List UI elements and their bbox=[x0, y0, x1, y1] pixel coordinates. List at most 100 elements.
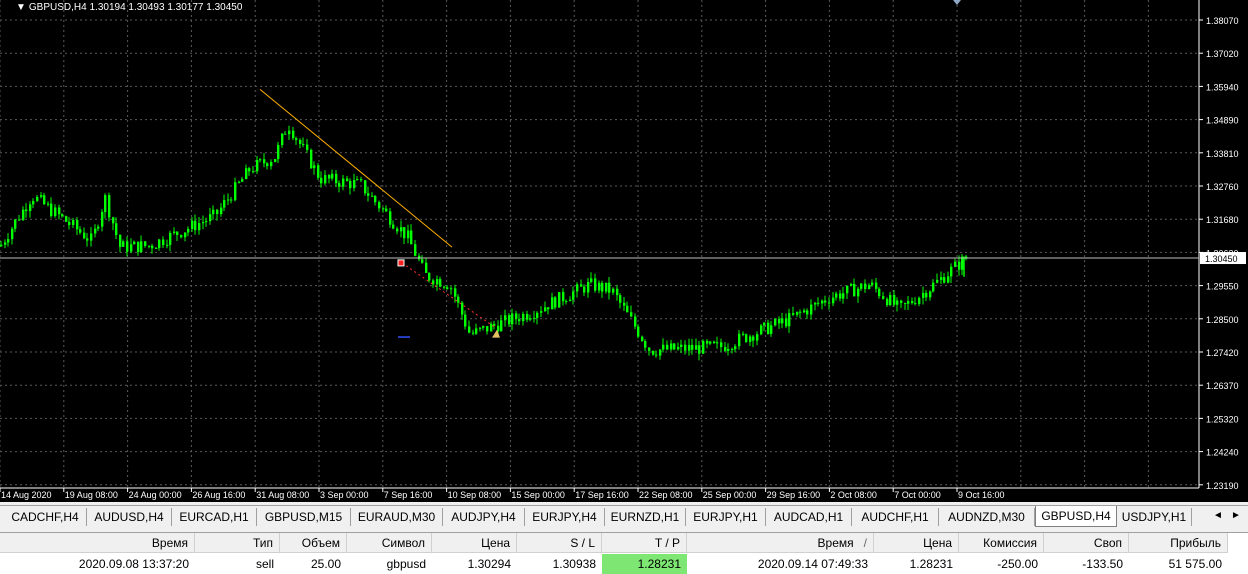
candle-body bbox=[25, 209, 28, 212]
candle-body bbox=[259, 159, 262, 161]
candle-body bbox=[338, 183, 341, 187]
candle-body bbox=[526, 313, 529, 320]
scroll-right-icon[interactable]: ► bbox=[1230, 510, 1242, 521]
candle-body bbox=[742, 333, 745, 335]
header-stop-loss[interactable]: S / L bbox=[517, 533, 602, 553]
header-close-time[interactable]: Время / bbox=[687, 533, 874, 553]
candle-body bbox=[698, 345, 701, 354]
tab-audchf-h1[interactable]: AUDCHF,H1 bbox=[852, 508, 939, 526]
tab-gbpusd-m15[interactable]: GBPUSD,M15 bbox=[257, 508, 351, 526]
candle-body bbox=[472, 332, 475, 334]
tab-audnzd-m30[interactable]: AUDNZD,M30 bbox=[939, 508, 1035, 526]
cell-open-time: 2020.09.08 13:37:20 bbox=[78, 557, 189, 571]
candle-body bbox=[947, 276, 950, 283]
tab-gbpusd-h4[interactable]: GBPUSD,H4 bbox=[1035, 506, 1117, 527]
tab-eurnzd-h1[interactable]: EURNZD,H1 bbox=[605, 508, 686, 526]
candle-body bbox=[482, 326, 485, 328]
tab-eurjpy-h1[interactable]: EURJPY,H1 bbox=[686, 508, 766, 526]
time-axis-label: 29 Sep 16:00 bbox=[767, 490, 821, 500]
candle-body bbox=[601, 282, 604, 292]
time-axis-label: 10 Sep 08:00 bbox=[448, 490, 502, 500]
tab-audjpy-h4[interactable]: AUDJPY,H4 bbox=[443, 508, 525, 526]
candle-body bbox=[810, 304, 813, 315]
cell-type: sell bbox=[255, 557, 274, 571]
candle-body bbox=[745, 334, 748, 342]
header-commission[interactable]: Комиссия bbox=[959, 533, 1044, 553]
candle-body bbox=[929, 291, 932, 298]
scroll-left-icon[interactable]: ◄ bbox=[1212, 510, 1224, 521]
header-open-time[interactable]: Время bbox=[0, 533, 195, 553]
candle-body bbox=[709, 341, 712, 344]
dropdown-triangle-icon[interactable]: ▼ bbox=[16, 2, 26, 13]
tab-audusd-h4[interactable]: AUDUSD,H4 bbox=[87, 508, 172, 526]
candle-body bbox=[936, 279, 939, 283]
candle-body bbox=[11, 228, 14, 240]
candle-body bbox=[374, 196, 377, 203]
candle-body bbox=[688, 344, 691, 351]
candle-body bbox=[900, 300, 903, 303]
candle-body bbox=[562, 292, 565, 302]
header-symbol[interactable]: Символ bbox=[347, 533, 432, 553]
candle-body bbox=[101, 211, 104, 227]
candle-body bbox=[774, 319, 777, 326]
candle-body bbox=[911, 301, 914, 304]
candle-body bbox=[385, 208, 388, 212]
candle-body bbox=[450, 288, 453, 290]
candle-body bbox=[407, 230, 410, 239]
candle-body bbox=[457, 296, 460, 303]
candle-body bbox=[320, 177, 323, 184]
price-chart[interactable]: 1.38070 1.37020 1.35940 1.34890 1.33810 1.327… bbox=[0, 0, 1248, 502]
candle-body bbox=[950, 266, 953, 277]
candle-body bbox=[284, 133, 287, 135]
tab-audcad-h1[interactable]: AUDCAD,H1 bbox=[766, 508, 852, 526]
trade-connection-line bbox=[401, 262, 496, 328]
candle-body bbox=[130, 244, 133, 252]
candle-body bbox=[43, 195, 46, 205]
header-profit[interactable]: Прибыль bbox=[1129, 533, 1228, 553]
candle-body bbox=[893, 294, 896, 305]
time-axis-label: 31 Aug 08:00 bbox=[256, 490, 309, 500]
candle-body bbox=[245, 168, 248, 180]
candle-body bbox=[83, 232, 86, 239]
tab-cadchf-h4[interactable]: CADCHF,H4 bbox=[4, 508, 87, 526]
candle-body bbox=[878, 288, 881, 297]
candle-body bbox=[724, 347, 727, 351]
candle-body bbox=[454, 288, 457, 297]
candle-body bbox=[144, 241, 147, 246]
candle-body bbox=[554, 297, 557, 308]
candle-body bbox=[814, 302, 817, 305]
header-swap[interactable]: Своп bbox=[1044, 533, 1129, 553]
tab-eurjpy-h4[interactable]: EURJPY,H4 bbox=[525, 508, 605, 526]
header-volume[interactable]: Объем bbox=[280, 533, 347, 553]
candle-body bbox=[68, 221, 71, 226]
candle-body bbox=[770, 325, 773, 334]
candle-body bbox=[54, 207, 57, 217]
candle-body bbox=[7, 239, 10, 243]
candle-body bbox=[598, 282, 601, 291]
candle-body bbox=[86, 238, 89, 241]
candle-body bbox=[155, 247, 158, 249]
candle-body bbox=[868, 285, 871, 290]
cell-commission: -250.00 bbox=[997, 557, 1038, 571]
candle-body bbox=[922, 292, 925, 298]
tab-usdjpy-h1[interactable]: USDJPY,H1 bbox=[1117, 508, 1192, 526]
header-open-price[interactable]: Цена bbox=[432, 533, 517, 553]
sort-indicator-icon: / bbox=[863, 536, 867, 550]
tab-eurcad-h1[interactable]: EURCAD,H1 bbox=[172, 508, 257, 526]
header-close-price[interactable]: Цена bbox=[874, 533, 959, 553]
candle-body bbox=[97, 226, 100, 229]
candlestick-chart-canvas[interactable]: 1.38070 1.37020 1.35940 1.34890 1.33810 1.327… bbox=[0, 0, 1248, 502]
candle-body bbox=[281, 133, 284, 146]
candle-body bbox=[767, 322, 770, 334]
candle-body bbox=[169, 232, 172, 245]
header-take-profit[interactable]: T / P bbox=[602, 533, 687, 553]
candle-body bbox=[760, 325, 763, 335]
candle-body bbox=[104, 195, 107, 212]
candle-body bbox=[616, 288, 619, 296]
time-axis-label: 25 Sep 00:00 bbox=[703, 490, 757, 500]
tab-euraud-m30[interactable]: EURAUD,M30 bbox=[351, 508, 443, 526]
candle-body bbox=[443, 286, 446, 288]
header-type[interactable]: Тип bbox=[195, 533, 280, 553]
cell-open-price: 1.30294 bbox=[467, 557, 511, 571]
candle-body bbox=[788, 313, 791, 327]
